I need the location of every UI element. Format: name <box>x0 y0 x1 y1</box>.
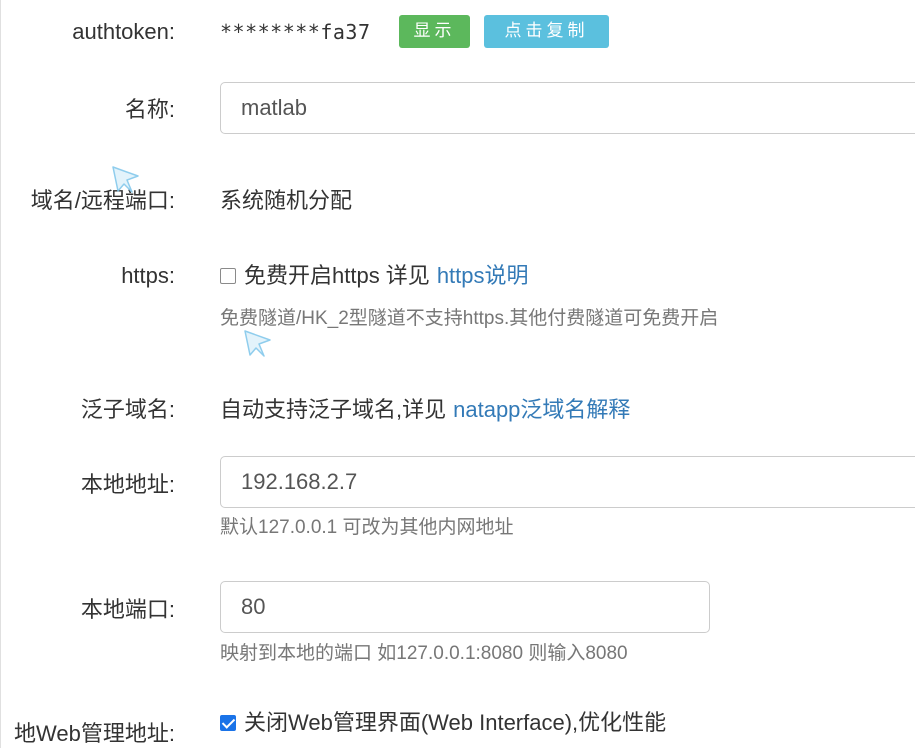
web-admin-label: 地Web管理地址: <box>14 721 175 746</box>
web-admin-checkbox-label: 关闭Web管理界面(Web Interface),优化性能 <box>244 710 667 735</box>
name-input[interactable] <box>220 82 915 134</box>
wildcard-text-row: 自动支持泛子域名,详见 natapp泛域名解释 <box>220 396 630 424</box>
name-label: 名称: <box>124 97 175 122</box>
wildcard-help-link[interactable]: natapp泛域名解释 <box>453 397 630 422</box>
local-address-hint: 默认127.0.0.1 可改为其他内网地址 <box>220 517 514 538</box>
local-port-input[interactable] <box>220 581 710 633</box>
https-label: https: <box>121 263 175 288</box>
authtoken-label: authtoken: <box>72 19 175 44</box>
https-hint: 免费隧道/HK_2型隧道不支持https.其他付费隧道可免费开启 <box>220 308 719 329</box>
show-token-button[interactable]: 显示 <box>399 15 470 48</box>
local-port-hint: 映射到本地的端口 如127.0.0.1:8080 则输入8080 <box>220 643 628 664</box>
https-help-link[interactable]: https说明 <box>437 262 529 290</box>
local-port-label: 本地端口: <box>80 597 175 622</box>
wildcard-text: 自动支持泛子域名,详见 <box>220 397 447 422</box>
https-checkbox[interactable] <box>220 268 236 284</box>
cursor-arrow-icon <box>244 330 271 357</box>
local-address-input[interactable] <box>220 456 915 508</box>
web-admin-checkbox-row: 关闭Web管理界面(Web Interface),优化性能 <box>220 709 666 737</box>
web-admin-checkbox[interactable] <box>220 715 236 731</box>
https-checkbox-label: 免费开启https 详见 <box>244 263 430 288</box>
cursor-arrow-icon <box>112 166 139 193</box>
domain-port-label: 域名/远程端口: <box>30 188 175 213</box>
authtoken-masked-value: ********fa37 <box>220 20 371 44</box>
copy-token-button[interactable]: 点击复制 <box>484 15 609 48</box>
https-checkbox-row: 免费开启https 详见 https说明 <box>220 262 529 290</box>
local-address-label: 本地地址: <box>80 472 175 497</box>
domain-port-value: 系统随机分配 <box>220 188 353 213</box>
panel-left-border <box>0 0 1 748</box>
wildcard-label: 泛子域名: <box>80 397 175 422</box>
